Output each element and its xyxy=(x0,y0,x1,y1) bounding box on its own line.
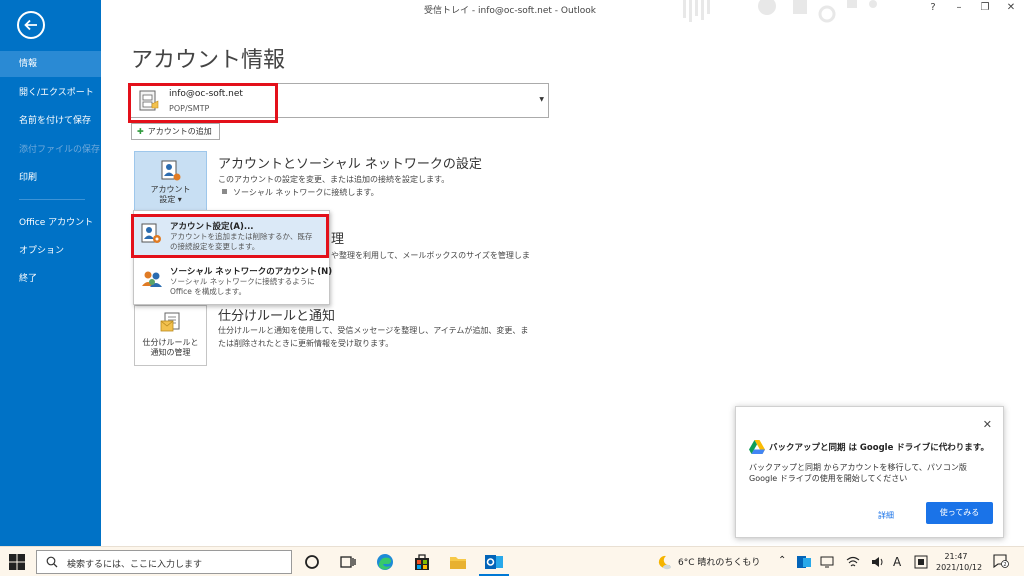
toast-body: バックアップと同期 からアカウントを移行して、パソコン版 Google ドライブ… xyxy=(749,462,967,484)
backstage-sidebar: 情報 開く/エクスポート 名前を付けて保存 添付ファイルの保存 印刷 Offic… xyxy=(0,0,101,546)
section-mailbox-desc-fragment: や整理を利用して、メールボックスのサイズを管理しま xyxy=(331,251,530,260)
highlight-account xyxy=(128,83,278,123)
chevron-down-icon: ▼ xyxy=(539,96,544,103)
nav-office-account[interactable]: Office アカウント xyxy=(0,210,101,236)
section-rules-title: 仕分けルールと通知 xyxy=(218,309,336,324)
back-button[interactable] xyxy=(17,11,45,39)
clock-date: 2021/10/12 xyxy=(936,563,983,572)
window-title: 受信トレイ - info@oc-soft.net - Outlook xyxy=(424,6,596,16)
clock-time: 21:47 xyxy=(944,552,968,561)
toast-body-line-2: Google ドライブの使用を開始してください xyxy=(749,474,908,483)
toast-body-line-1: バックアップと同期 からアカウントを移行して、パソコン版 xyxy=(749,463,967,472)
windows-start-icon[interactable] xyxy=(8,553,26,571)
account-settings-label-2: 設定 ▾ xyxy=(159,195,182,204)
store-icon[interactable] xyxy=(412,552,432,572)
restore-button[interactable]: ❐ xyxy=(978,2,992,13)
wifi-icon[interactable] xyxy=(846,555,860,569)
task-view-icon[interactable] xyxy=(338,552,358,572)
menu-item-desc-2: Office を構成します。 xyxy=(170,287,247,296)
weather-moon-icon xyxy=(658,555,671,570)
add-account-button[interactable]: ✚ アカウントの追加 xyxy=(131,123,220,140)
manage-rules-label-1: 仕分けルールと xyxy=(142,338,199,347)
help-button[interactable]: ? xyxy=(926,2,940,13)
search-icon xyxy=(46,556,58,568)
highlight-account-settings xyxy=(131,214,329,258)
network-icon[interactable] xyxy=(820,555,834,569)
nav-options[interactable]: オプション xyxy=(0,238,101,264)
section-rules-desc-2: たは削除されたときに更新情報を受け取ります。 xyxy=(218,339,394,348)
cortana-icon[interactable] xyxy=(302,552,322,572)
nav-open-export[interactable]: 開く/エクスポート xyxy=(0,80,101,106)
search-placeholder: 検索するには、ここに入力します xyxy=(67,560,203,570)
section-mailbox-title-fragment: 理 xyxy=(331,232,345,247)
nav-save-attachments: 添付ファイルの保存 xyxy=(19,145,101,155)
close-icon[interactable]: ✕ xyxy=(983,418,992,431)
speaker-icon[interactable] xyxy=(870,555,884,569)
chevron-up-icon[interactable]: ⌃ xyxy=(778,555,786,566)
add-account-label: アカウントの追加 xyxy=(147,127,212,136)
menu-item-desc: ソーシャル ネットワークに接続するように Office を構成します。 xyxy=(170,277,315,297)
manage-rules-button[interactable]: 仕分けルールと 通知の管理 xyxy=(134,305,207,366)
outlook-icon[interactable] xyxy=(484,552,504,572)
google-drive-notification: ✕ バックアップと同期 は Google ドライブに代わります。 バックアップと… xyxy=(735,406,1004,538)
rules-icon xyxy=(160,312,179,332)
notification-count: 2 xyxy=(1003,562,1006,568)
section-rules-desc-1: 仕分けルールと通知を使用して、受信メッセージを整理し、アイテムが追加、変更、ま xyxy=(218,326,529,335)
account-settings-label-1: アカウント xyxy=(150,185,191,194)
account-settings-icon xyxy=(161,160,180,181)
taskbar: 検索するには、ここに入力します 6°C 晴れのちくもり ⌃ A 21:47 20… xyxy=(0,546,1024,576)
ime-pad-icon[interactable] xyxy=(914,555,928,569)
nav-exit[interactable]: 終了 xyxy=(0,266,101,292)
section-account-title: アカウントとソーシャル ネットワークの設定 xyxy=(218,157,482,172)
taskbar-search[interactable]: 検索するには、ここに入力します xyxy=(36,550,292,574)
toast-title: バックアップと同期 は Google ドライブに代わります。 xyxy=(769,443,989,453)
social-people-icon xyxy=(142,271,162,287)
menu-item-social-accounts[interactable]: ソーシャル ネットワークのアカウント(N) ソーシャル ネットワークに接続するよ… xyxy=(134,259,333,303)
nav-divider xyxy=(19,199,85,200)
details-link[interactable]: 詳細 xyxy=(878,510,894,521)
nav-save-as[interactable]: 名前を付けて保存 xyxy=(0,108,101,134)
weather-text[interactable]: 6°C 晴れのちくもり xyxy=(678,555,760,568)
page-title: アカウント情報 xyxy=(131,48,286,73)
clock[interactable]: 21:47 2021/10/12 xyxy=(936,551,983,573)
title-bar-decoration xyxy=(683,0,877,23)
edge-icon[interactable] xyxy=(375,552,395,572)
google-drive-icon xyxy=(749,440,765,454)
try-it-button[interactable]: 使ってみる xyxy=(926,502,993,524)
outlook-tray-icon[interactable] xyxy=(797,555,811,569)
account-settings-button[interactable]: アカウント 設定 ▾ xyxy=(134,151,207,211)
minimize-button[interactable]: – xyxy=(952,2,966,13)
section-account-desc: このアカウントの設定を変更、または追加の接続を設定します。 xyxy=(218,175,450,184)
manage-rules-label-2: 通知の管理 xyxy=(150,348,191,357)
menu-item-title: ソーシャル ネットワークのアカウント(N) xyxy=(170,267,333,277)
section-account-bullet: ソーシャル ネットワークに接続します。 xyxy=(222,187,379,198)
nav-info[interactable]: 情報 xyxy=(0,51,101,77)
window-controls: ? – ❐ ✕ xyxy=(926,2,1018,13)
file-explorer-icon[interactable] xyxy=(448,552,468,572)
close-button[interactable]: ✕ xyxy=(1004,2,1018,13)
arrow-left-icon xyxy=(24,19,37,31)
plus-icon: ✚ xyxy=(137,127,144,136)
notification-center-icon[interactable]: 2 xyxy=(993,554,1009,568)
ime-indicator[interactable]: A xyxy=(893,555,901,569)
menu-item-desc-1: ソーシャル ネットワークに接続するように xyxy=(170,277,315,286)
nav-print[interactable]: 印刷 xyxy=(0,165,101,191)
